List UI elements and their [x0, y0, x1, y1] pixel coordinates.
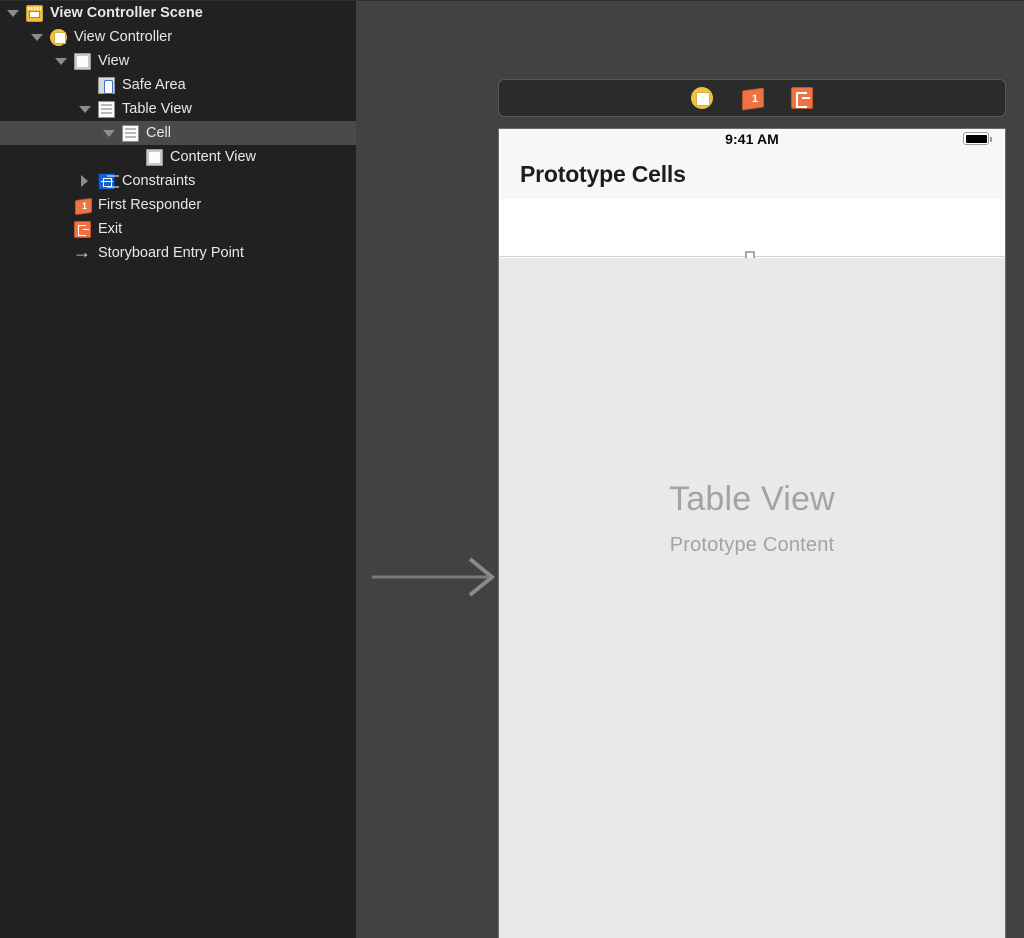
outline-row-view[interactable]: View [0, 49, 356, 73]
table-view-placeholder: Table View Prototype Content [499, 258, 1005, 938]
outline-row-view-controller-scene[interactable]: View Controller Scene [0, 1, 356, 25]
view-controller-icon [50, 28, 67, 46]
content-view-icon [146, 148, 163, 166]
status-bar-time: 9:41 AM [725, 131, 779, 147]
cell-icon [122, 124, 139, 142]
scene-dock[interactable]: 1 [498, 79, 1006, 117]
storyboard-canvas[interactable]: 1 9:41 AM Prototype Cells Table View Pro… [356, 0, 1024, 938]
outline-row-label: Cell [146, 125, 171, 141]
storyboard-entry-point-arrow [370, 557, 498, 597]
outline-row-label: View Controller [74, 29, 173, 45]
placeholder-subtitle: Prototype Content [669, 534, 835, 556]
battery-full-icon [963, 132, 992, 145]
outline-row-label: First Responder [98, 197, 202, 213]
outline-row-table-view[interactable]: Table View [0, 97, 356, 121]
outline-row-label: Storyboard Entry Point [98, 245, 244, 261]
status-bar: 9:41 AM [499, 129, 1005, 149]
first-responder-badge: 1 [81, 200, 87, 211]
view-controller-icon[interactable] [691, 87, 713, 109]
xcode-interface-builder: View Controller Scene View Controller View… [0, 0, 1024, 938]
outline-row-label: Content View [170, 149, 256, 165]
first-responder-badge: 1 [751, 93, 758, 105]
outline-row-label: Constraints [122, 173, 196, 189]
document-outline-panel[interactable]: View Controller Scene View Controller View… [0, 0, 356, 938]
chevron-down-icon[interactable] [54, 49, 68, 73]
chevron-down-icon[interactable] [6, 1, 20, 25]
outline-row-first-responder[interactable]: 1 First Responder [0, 193, 356, 217]
scene-icon [26, 4, 43, 22]
outline-row-label: Safe Area [122, 77, 186, 93]
constraints-icon [98, 172, 115, 190]
first-responder-icon: 1 [74, 197, 91, 214]
outline-row-safe-area[interactable]: Safe Area [0, 73, 356, 97]
outline-row-label: Exit [98, 221, 123, 237]
outline-row-label: Table View [122, 101, 192, 117]
arrow-right-icon [73, 240, 91, 264]
outline-row-label: View Controller Scene [50, 5, 203, 21]
outline-row-view-controller[interactable]: View Controller [0, 25, 356, 49]
prototype-cell[interactable] [499, 199, 1005, 261]
outline-row-constraints[interactable]: Constraints [0, 169, 356, 193]
chevron-down-icon[interactable] [78, 97, 92, 121]
safe-area-icon [98, 76, 115, 94]
placeholder-title: Table View [669, 480, 835, 518]
exit-icon [74, 220, 91, 238]
chevron-down-icon[interactable] [102, 121, 116, 145]
outline-row-exit[interactable]: Exit [0, 217, 356, 241]
chevron-right-icon[interactable] [78, 169, 92, 193]
outline-row-label: View [98, 53, 130, 69]
navigation-bar[interactable]: Prototype Cells [499, 149, 1005, 199]
first-responder-icon[interactable]: 1 [741, 87, 763, 109]
outline-row-content-view[interactable]: Content View [0, 145, 356, 169]
view-controller-preview[interactable]: 9:41 AM Prototype Cells Table View Proto… [498, 128, 1006, 938]
page-title: Prototype Cells [520, 160, 686, 187]
view-icon [74, 52, 91, 70]
chevron-down-icon[interactable] [30, 25, 44, 49]
exit-icon[interactable] [791, 87, 813, 109]
table-view-icon [98, 100, 115, 118]
outline-row-cell[interactable]: Cell [0, 121, 356, 145]
outline-row-storyboard-entry-point[interactable]: Storyboard Entry Point [0, 240, 356, 265]
